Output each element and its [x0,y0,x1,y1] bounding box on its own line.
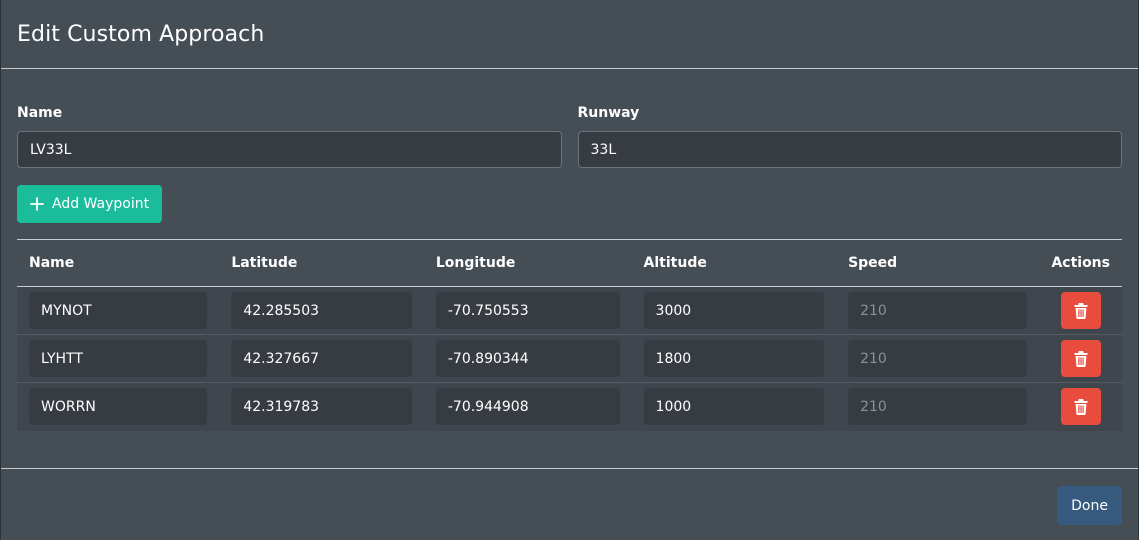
cell-actions [1039,287,1122,335]
altitude-input[interactable] [643,292,825,329]
table-row [17,286,1122,335]
col-header-longitude: Longitude [435,255,516,271]
cell-name [17,287,219,335]
col-header-altitude: Altitude [643,255,707,271]
delete-waypoint-button[interactable] [1060,388,1101,426]
cell-longitude [424,287,632,335]
longitude-input[interactable] [435,340,620,377]
latitude-input[interactable] [231,292,412,329]
table-row [17,382,1122,431]
cell-latitude [219,287,424,335]
modal-body: Name Runway Add Waypoint [1,105,1138,431]
cell-altitude [632,335,837,383]
modal-header: Edit Custom Approach [1,0,1138,69]
col-header-speed: Speed [848,255,898,271]
speed-input[interactable] [848,292,1028,329]
col-header-name: Name [29,255,75,271]
cell-name [17,335,219,383]
delete-waypoint-button[interactable] [1060,340,1101,377]
speed-input[interactable] [848,340,1028,377]
trash-icon [1074,302,1088,319]
table-row [17,334,1122,383]
plus-icon [30,197,44,211]
name-label: Name [17,105,63,121]
cell-latitude [219,383,424,431]
cell-name [17,383,219,431]
runway-label: Runway [577,105,640,121]
name-group: Name [17,105,562,168]
altitude-input[interactable] [643,388,825,426]
altitude-input[interactable] [643,340,825,377]
runway-group: Runway [577,105,1122,168]
trash-icon [1074,398,1088,415]
latitude-input[interactable] [231,340,412,377]
col-header-latitude: Latitude [231,255,298,271]
longitude-input[interactable] [435,388,620,426]
speed-input[interactable] [848,388,1028,426]
latitude-input[interactable] [231,388,412,426]
cell-altitude [632,287,837,335]
approach-form: Name Runway [17,105,1122,168]
add-waypoint-button[interactable]: Add Waypoint [17,185,163,223]
done-button[interactable]: Done [1057,486,1122,525]
waypoints-table: Name Latitude Longitude Altitude Speed A… [17,239,1122,431]
waypoint-name-input[interactable] [29,292,208,329]
runway-input[interactable] [577,131,1122,168]
cell-speed [836,287,1039,335]
col-header-actions: Actions [1051,255,1110,271]
add-waypoint-label: Add Waypoint [52,196,150,212]
delete-waypoint-button[interactable] [1060,292,1101,329]
cell-longitude [424,335,632,383]
waypoint-name-input[interactable] [29,340,208,377]
cell-altitude [632,383,837,431]
modal-title: Edit Custom Approach [17,21,265,47]
cell-latitude [219,335,424,383]
cell-speed [836,335,1039,383]
trash-icon [1074,350,1088,367]
approach-name-input[interactable] [17,131,562,168]
table-header-row: Name Latitude Longitude Altitude Speed A… [17,239,1122,287]
cell-longitude [424,383,632,431]
cell-actions [1039,383,1122,431]
cell-actions [1039,335,1122,383]
edit-approach-modal: Edit Custom Approach Name Runway Add Way… [0,0,1139,540]
waypoint-name-input[interactable] [29,388,208,426]
longitude-input[interactable] [435,292,620,329]
cell-speed [836,383,1039,431]
modal-footer: Done [1,468,1138,540]
